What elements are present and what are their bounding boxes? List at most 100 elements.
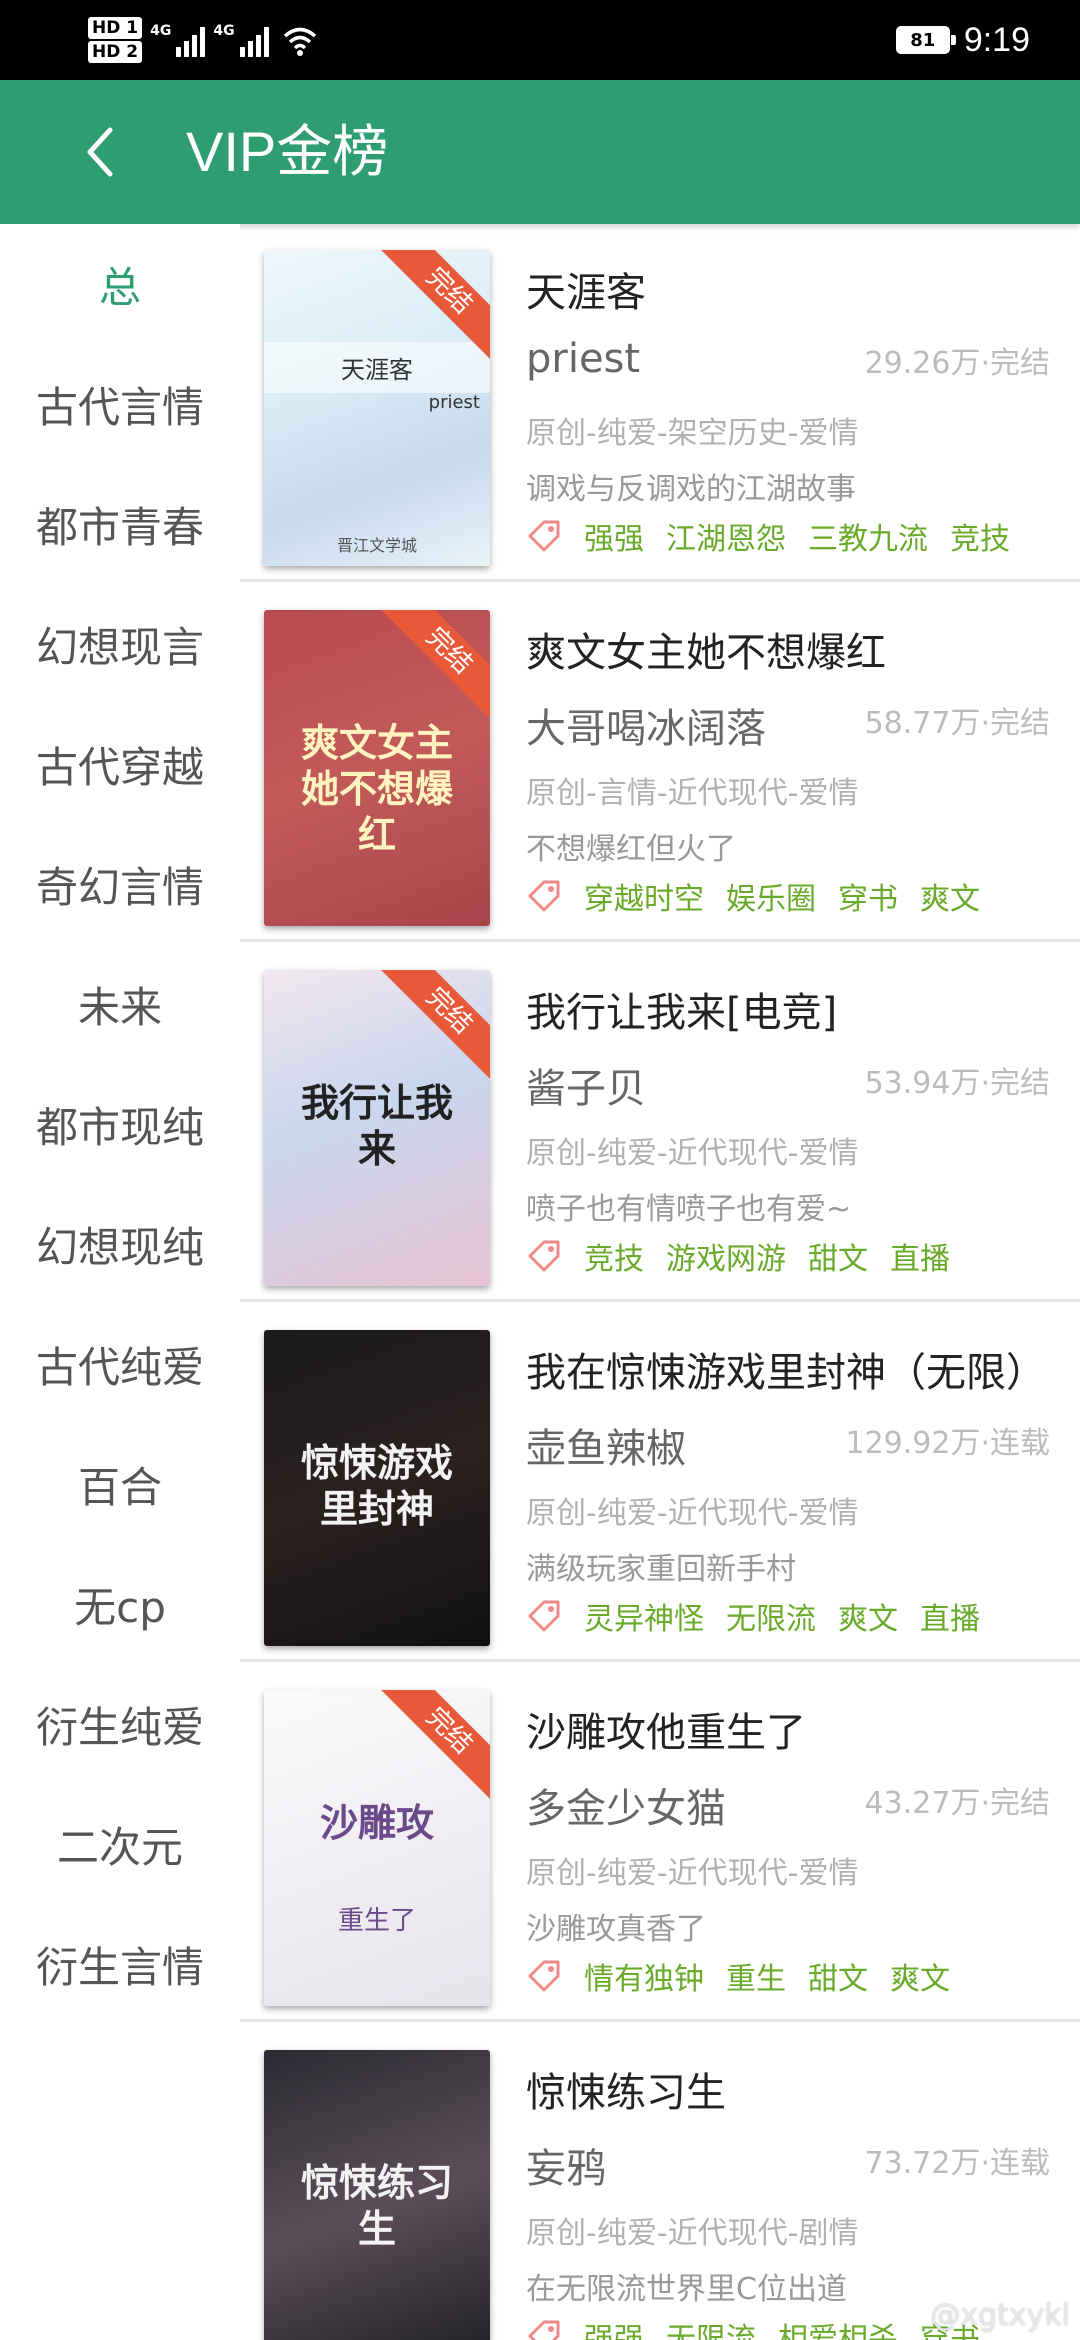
cover-title-text: 沙雕攻 [319,1801,434,1845]
book-tag[interactable]: 重生 [726,1954,786,1998]
cover-title-text: 惊悚练习生 [300,2161,453,2251]
tag-icon [528,520,560,552]
book-cover[interactable]: 惊悚游戏里封神 [264,1330,490,1646]
book-list-item[interactable]: 我行让我来 完结 我行让我来[电竞] 酱子贝 53.94万·完结 原创-纯爱-近代现代-爱… [240,944,1080,1302]
sidebar-category-item[interactable]: 衍生言情 [0,1904,240,2024]
book-list-item[interactable]: 天涯客 priest 晋江文学城 完结 天涯客 priest 29.26万·完结 原创-纯爱-… [240,224,1080,582]
word-count-status: 73.72万·连载 [864,2146,1050,2181]
book-tag[interactable]: 强强 [584,2314,644,2340]
sidebar-category-item[interactable]: 衍生纯爱 [0,1664,240,1784]
book-tag[interactable]: 无限流 [666,2314,756,2340]
category-sidebar: 总古代言情 都市青春 幻想现言 古代穿越 奇幻言情 未来 都市现纯 幻想现纯 古代纯爱 百合 无cp… [0,224,240,2340]
book-tag[interactable]: 直播 [890,1234,950,1278]
tag-icon [528,1600,560,1632]
book-tag[interactable]: 江湖恩怨 [666,514,786,558]
page-title: VIP金榜 [186,120,389,183]
sidebar-category-item[interactable]: 奇幻言情 [0,824,240,944]
book-title: 沙雕攻他重生了 [526,1710,806,1756]
book-tag[interactable]: 强强 [584,514,644,558]
book-tag[interactable]: 甜文 [808,1954,868,1998]
book-list-item[interactable]: 惊悚游戏里封神 我在惊悚游戏里封神（无限） 壶鱼辣椒 129.92万·连载 原创-纯爱-… [240,1304,1080,1662]
book-blurb: 满级玩家重回新手村 [526,1552,796,1587]
hd1-badge: HD 1 [88,17,143,39]
back-arrow-icon [87,127,113,177]
book-tag[interactable]: 游戏网游 [666,1234,786,1278]
sidebar-category-item[interactable]: 总 [0,224,240,344]
sidebar-category-item[interactable]: 二次元 [0,1784,240,1904]
book-blurb: 调戏与反调戏的江湖故事 [526,472,856,507]
completed-ribbon: 完结 [375,970,490,1085]
book-tags: 灵异神怪 无限流 爽文 直播 [526,1594,1002,1638]
book-tag[interactable]: 竞技 [950,514,1010,558]
book-tag[interactable]: 灵异神怪 [584,1594,704,1638]
cover-subtitle-text: 重生了 [337,1906,416,1936]
sidebar-category-item[interactable]: 百合 [0,1424,240,1544]
sidebar-category-item[interactable]: 幻想现言 [0,584,240,704]
book-author: 妄鸦 [526,2146,606,2192]
clock: 9:19 [963,20,1030,59]
word-count-status: 43.27万·完结 [864,1786,1050,1821]
tag-icon [528,1240,560,1272]
back-button[interactable] [70,122,130,182]
network-type-2: 4G [213,23,235,39]
sidebar-category-item[interactable]: 未来 [0,944,240,1064]
book-cover[interactable]: 天涯客 priest 晋江文学城 完结 [264,250,490,566]
book-tag[interactable]: 竞技 [584,1234,644,1278]
book-genre: 原创-纯爱-近代现代-爱情 [526,1136,859,1171]
cover-title-text: 惊悚游戏里封神 [300,1441,453,1531]
book-list-item[interactable]: 沙雕攻 重生了 完结 沙雕攻他重生了 多金少女猫 43.27万·完结 原创-纯爱-近代现代-… [240,1664,1080,2022]
book-title: 天涯客 [526,270,646,316]
book-tags: 竞技 游戏网游 甜文 直播 [526,1234,972,1278]
book-tag[interactable]: 无限流 [726,1594,816,1638]
book-tag[interactable]: 甜文 [808,1234,868,1278]
book-tag[interactable]: 穿越时空 [584,874,704,918]
book-author: 多金少女猫 [526,1786,726,1832]
book-author: priest [526,336,641,382]
book-author: 酱子贝 [526,1066,646,1112]
word-count-status: 29.26万·完结 [864,346,1050,381]
book-tag[interactable]: 娱乐圈 [726,874,816,918]
book-cover[interactable]: 惊悚练习生 [264,2050,490,2340]
battery-level: 81 [910,29,936,51]
book-list-item[interactable]: 惊悚练习生 惊悚练习生 妄鸦 73.72万·连载 原创-纯爱-近代现代-剧情 在无限流世界… [240,2024,1080,2340]
book-tag[interactable]: 情有独钟 [584,1954,704,1998]
book-genre: 原创-纯爱-近代现代-爱情 [526,1856,859,1891]
book-tag[interactable]: 三教九流 [808,514,928,558]
cover-footer-text: 晋江文学城 [336,536,417,555]
sidebar-category-item[interactable]: 古代言情 [0,344,240,464]
book-genre: 原创-纯爱-架空历史-爱情 [526,416,859,451]
sidebar-category-item[interactable]: 无cp [0,1544,240,1664]
sidebar-category-item[interactable]: 古代穿越 [0,704,240,824]
book-cover[interactable]: 我行让我来 完结 [264,970,490,1286]
watermark: @xgtxykl [930,2298,1070,2333]
book-tag[interactable]: 相爱相杀 [778,2314,898,2340]
network-type-1: 4G [150,23,172,39]
book-tag[interactable]: 爽文 [890,1954,950,1998]
book-cover[interactable]: 爽文女主她不想爆红 完结 [264,610,490,926]
book-list-item[interactable]: 爽文女主她不想爆红 完结 爽文女主她不想爆红 大哥喝冰阔落 58.77万·完结 原创-言情… [240,584,1080,942]
book-tag[interactable]: 爽文 [838,1594,898,1638]
app-bar: VIP金榜 [0,80,1080,224]
book-author: 壶鱼辣椒 [526,1426,686,1472]
cover-title-text: 天涯客 [264,342,490,393]
sidebar-category-item[interactable]: 都市青春 [0,464,240,584]
tag-icon [528,2320,560,2340]
book-tag[interactable]: 爽文 [920,874,980,918]
hd2-badge: HD 2 [88,41,143,63]
book-genre: 原创-言情-近代现代-爱情 [526,776,859,811]
battery-icon: 81 [895,26,956,54]
sidebar-category-item[interactable]: 古代纯爱 [0,1304,240,1424]
hd-indicators: HD 1 HD 2 [88,17,143,63]
word-count-status: 53.94万·完结 [864,1066,1050,1101]
status-right: 81 9:19 [895,14,1030,66]
book-genre: 原创-纯爱-近代现代-爱情 [526,1496,859,1531]
book-tag[interactable]: 穿书 [838,874,898,918]
book-tag[interactable]: 直播 [920,1594,980,1638]
sidebar-category-item[interactable]: 幻想现纯 [0,1184,240,1304]
book-tags: 穿越时空 娱乐圈 穿书 爽文 [526,874,1002,918]
book-cover[interactable]: 沙雕攻 重生了 完结 [264,1690,490,2006]
signal-icon-2: 4G [213,23,269,57]
signal-icon-1: 4G [150,23,206,57]
sidebar-category-item[interactable]: 都市现纯 [0,1064,240,1184]
book-blurb: 沙雕攻真香了 [526,1912,706,1947]
